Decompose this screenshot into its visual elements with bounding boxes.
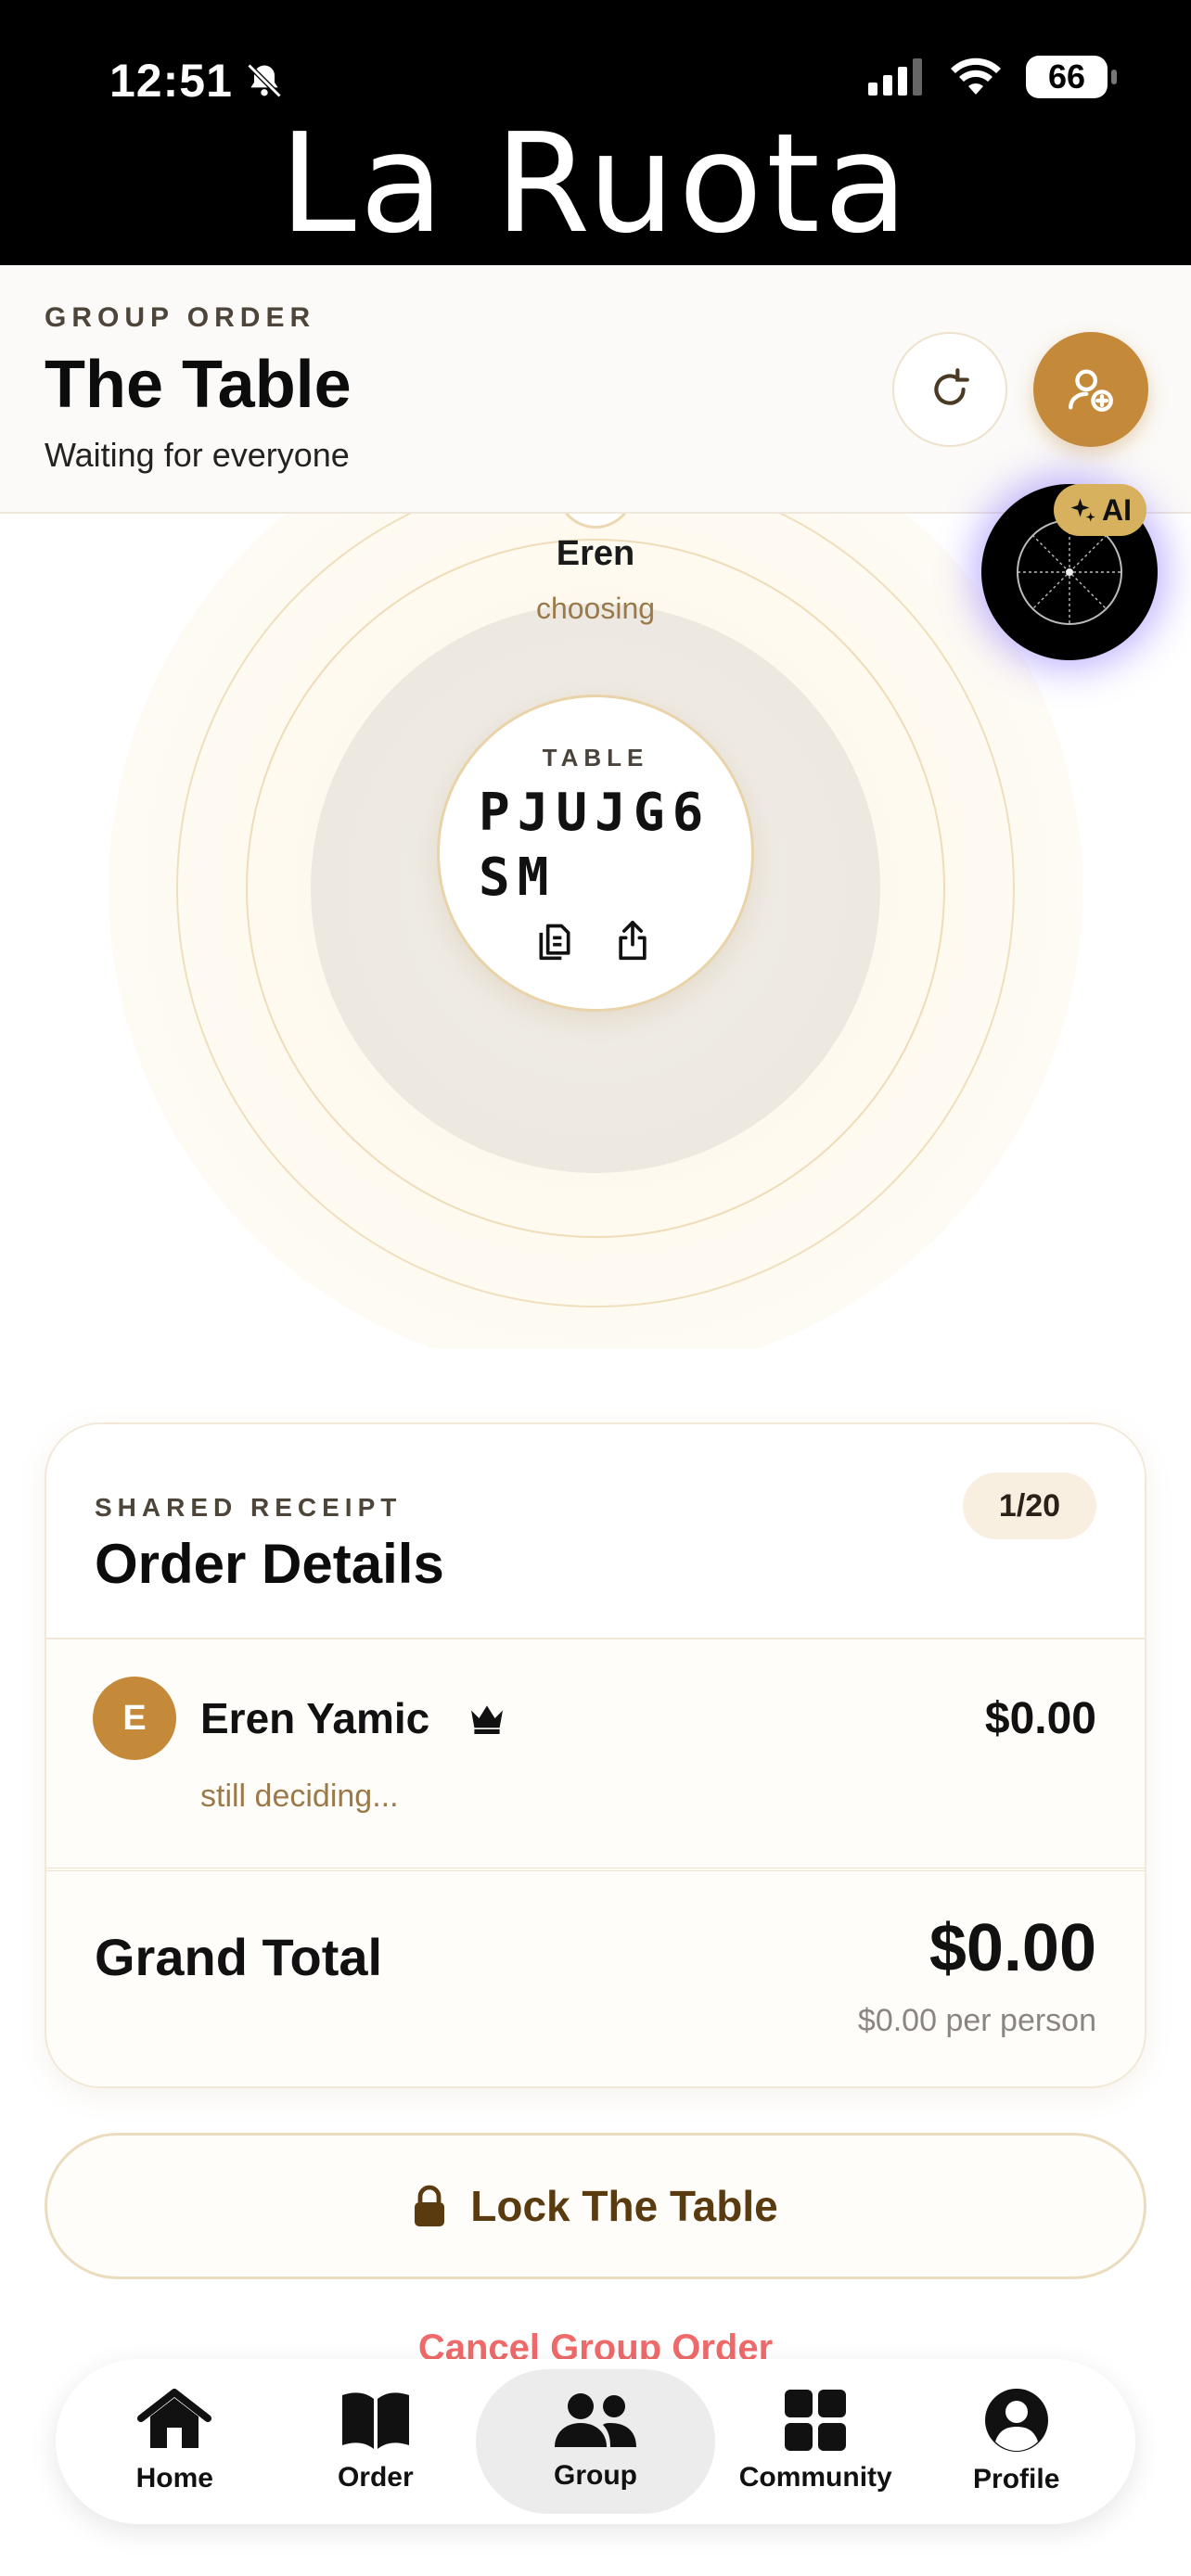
tab-home[interactable]: Home [74,2369,275,2514]
lock-table-button[interactable]: Lock The Table [45,2133,1146,2279]
crown-icon [471,1705,503,1734]
tab-group-label: Group [554,2460,637,2491]
receipt-eyebrow: SHARED RECEIPT [95,1493,403,1522]
member-status-note: still deciding... [200,1779,399,1814]
table-code: PJUJG6SM [479,783,711,908]
ai-badge-label: AI [1102,492,1132,527]
page-subtitle: Waiting for everyone [45,436,350,474]
tab-profile[interactable]: Profile [916,2369,1117,2514]
receipt-title: Order Details [95,1533,444,1595]
tab-order-label: Order [337,2462,414,2493]
tab-community-label: Community [738,2462,892,2493]
tab-home-label: Home [135,2463,213,2493]
refresh-button[interactable] [892,332,1007,447]
tab-community[interactable]: Community [715,2369,916,2514]
member-name: Eren Yamic [200,1694,430,1742]
status-icons: 66 [868,56,1117,98]
add-user-icon [1069,369,1113,412]
brand-title: La Ruota [279,104,912,263]
bottom-tab-bar: Home Order Group Community Profile [56,2359,1135,2524]
status-time-text: 12:51 [109,55,233,107]
refresh-icon [934,368,969,405]
sparkle-icon [1070,498,1095,522]
wifi-icon [951,57,1001,95]
member-count-badge: 1/20 [963,1473,1096,1539]
page-title: The Table [45,348,352,422]
book-icon [341,2392,409,2449]
profile-icon [984,2389,1048,2452]
silent-bell-icon [247,63,282,98]
share-code-button[interactable] [612,918,659,968]
status-time: 12:51 [109,54,285,108]
grand-total-value: $0.00 [928,1911,1096,1985]
lock-table-label: Lock The Table [470,2182,778,2230]
per-person-value: $0.00 per person [857,2003,1096,2038]
cellular-signal-icon [868,58,922,96]
share-icon [619,920,647,961]
group-order-header: GROUP ORDER The Table Waiting for everyo… [0,265,1191,514]
grand-total-label: Grand Total [95,1928,383,1986]
home-icon [137,2389,212,2448]
avatar: E [93,1677,176,1760]
battery-indicator: 66 [1026,56,1117,98]
receipt-header: SHARED RECEIPT Order Details 1/20 [46,1424,1145,1639]
table-label: TABLE [542,744,649,772]
group-icon [555,2393,636,2447]
table-code-disc: TABLE PJUJG6SM [437,695,754,1012]
member-row[interactable]: E Eren Yamic $0.00 still deciding... [46,1639,1145,1871]
header-eyebrow: GROUP ORDER [45,302,316,333]
grid-icon [785,2390,847,2451]
tab-profile-label: Profile [973,2464,1060,2494]
member-amount: $0.00 [984,1694,1096,1743]
ai-badge: AI [1054,484,1146,536]
shared-receipt-card: SHARED RECEIPT Order Details 1/20 E Eren… [45,1422,1146,2088]
copy-icon [539,924,570,961]
lock-icon [415,2185,445,2226]
tab-group[interactable]: Group [476,2369,715,2514]
copy-code-button[interactable] [534,918,581,968]
invite-member-button[interactable] [1033,332,1148,447]
tab-order[interactable]: Order [275,2369,477,2514]
app-top-bar: 12:51 66 La Ruota [0,0,1191,265]
